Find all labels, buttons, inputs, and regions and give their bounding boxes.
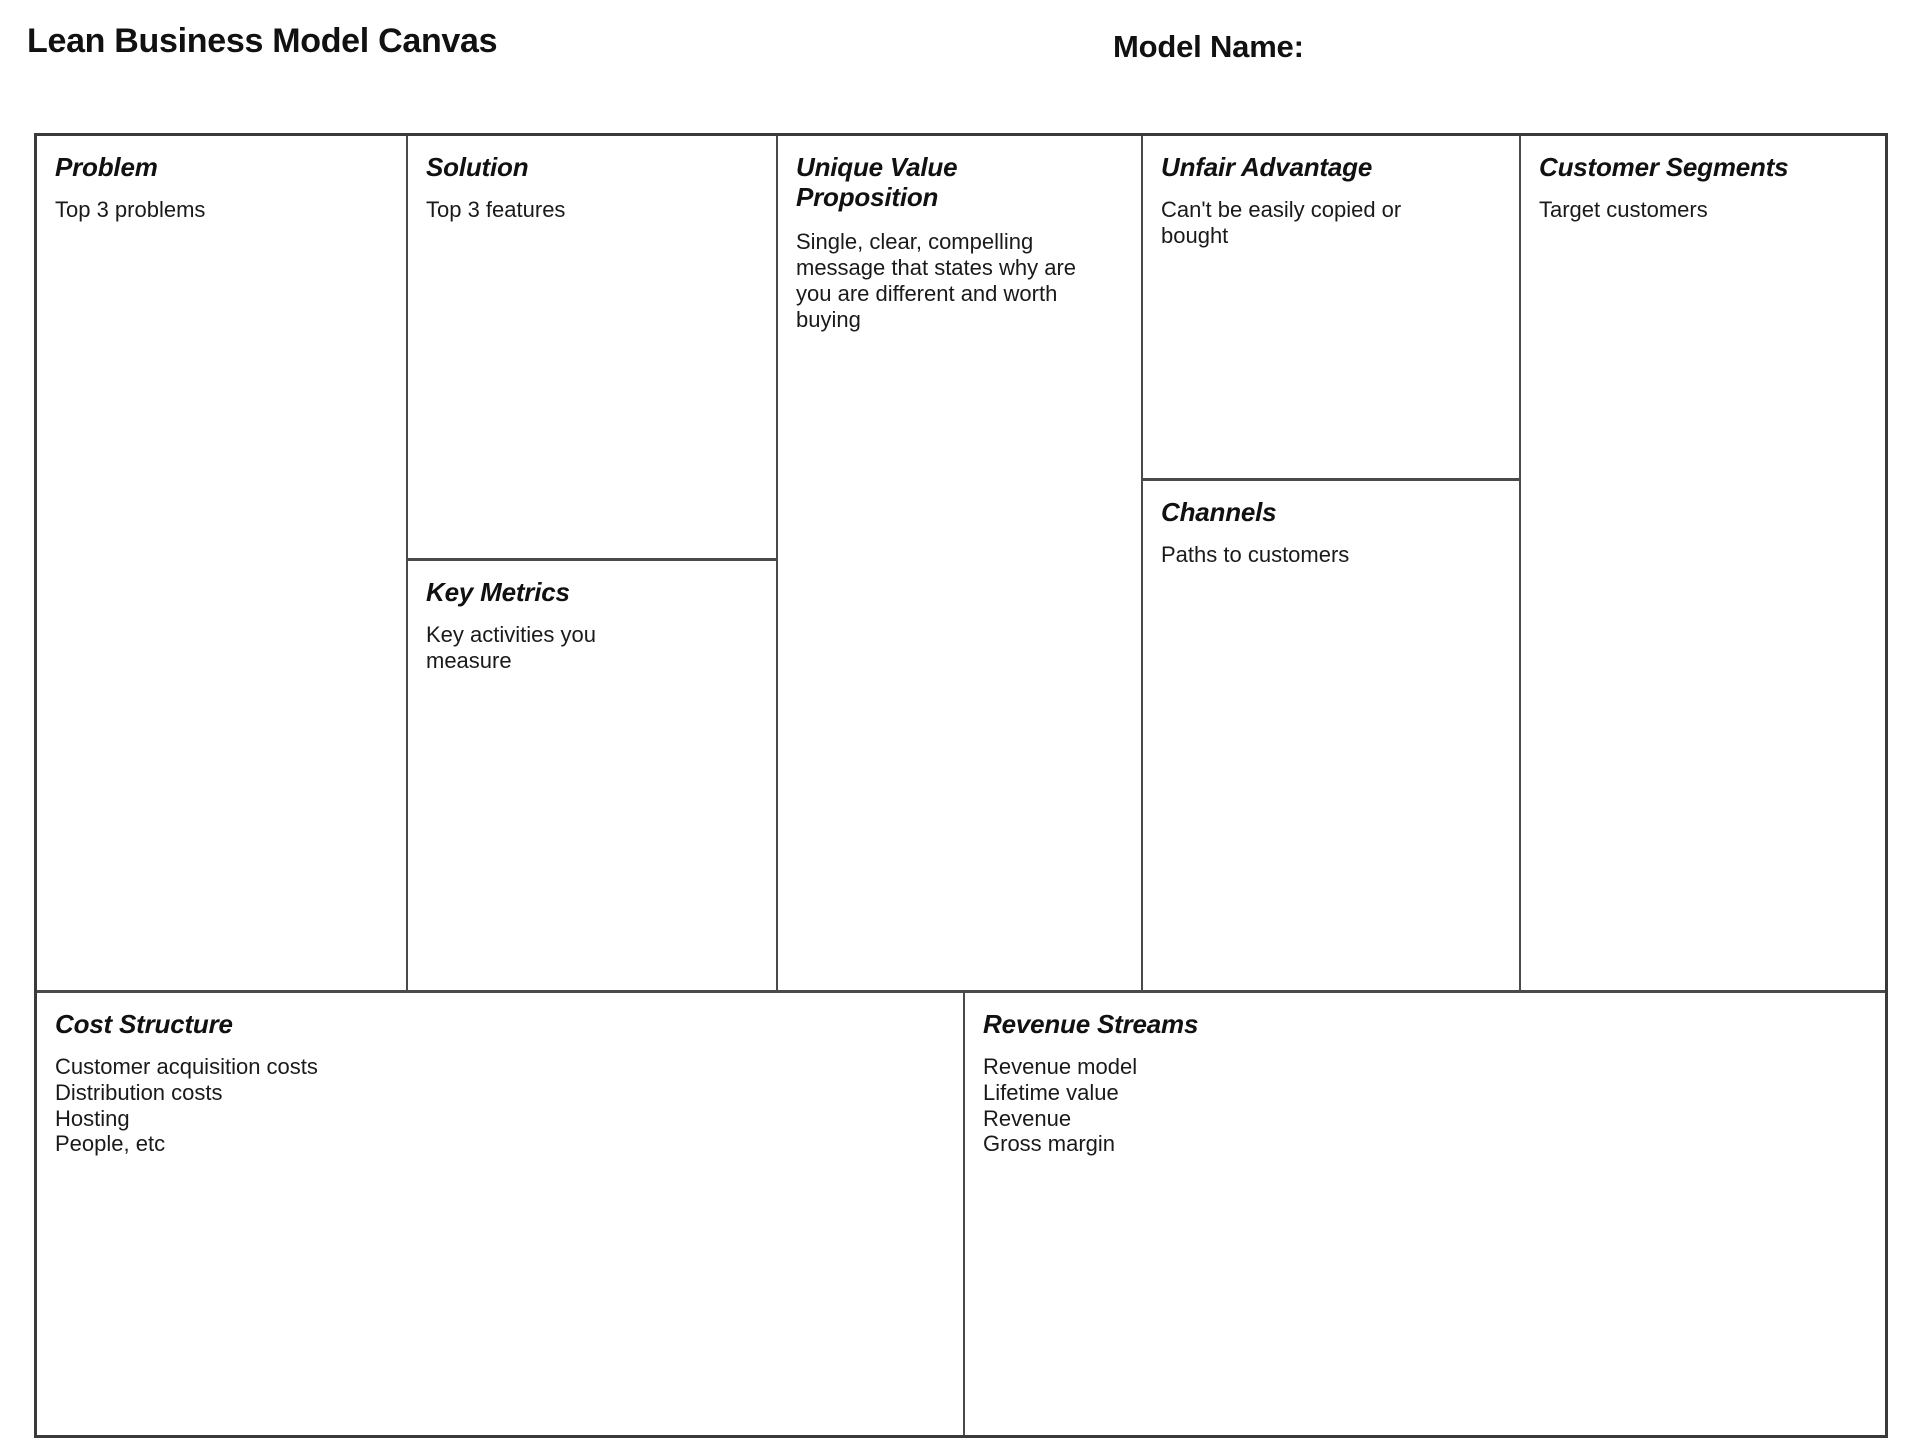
block-title-key-metrics: Key Metrics	[426, 577, 570, 607]
canvas-block-customer-segments[interactable]: Customer Segments Target customers	[1521, 136, 1885, 993]
block-body-key-metrics: Key activities you measure	[426, 621, 596, 673]
canvas-block-key-metrics[interactable]: Key Metrics Key activities you measure	[408, 561, 778, 993]
block-body-solution: Top 3 features	[426, 196, 566, 222]
canvas-block-problem[interactable]: Problem Top 3 problems	[37, 136, 408, 993]
block-body-channels: Paths to customers	[1161, 541, 1350, 567]
block-title-cost-structure: Cost Structure	[55, 1009, 233, 1039]
block-title-unique-value-proposition: Unique Value Proposition	[796, 152, 958, 212]
canvas-block-unfair-advantage[interactable]: Unfair Advantage Can't be easily copied …	[1143, 136, 1521, 481]
cost-structure-list: Customer acquisition costs Distribution …	[55, 1054, 943, 1158]
canvas-block-solution[interactable]: Solution Top 3 features	[408, 136, 778, 561]
page-title: Lean Business Model Canvas	[27, 22, 498, 60]
page-header: Lean Business Model Canvas Model Name:	[0, 0, 1920, 133]
block-body-unique-value-proposition: Single, clear, compelling message that s…	[796, 229, 1077, 333]
list-item: People, etc	[55, 1131, 166, 1157]
revenue-streams-list: Revenue model Lifetime value Revenue Gro…	[983, 1054, 1865, 1158]
list-item: Customer acquisition costs	[55, 1053, 318, 1079]
block-title-revenue-streams: Revenue Streams	[983, 1009, 1199, 1039]
block-title-unfair-advantage: Unfair Advantage	[1161, 152, 1373, 182]
block-title-solution: Solution	[426, 152, 529, 182]
block-title-channels: Channels	[1161, 497, 1277, 527]
canvas-block-cost-structure[interactable]: Cost Structure Customer acquisition cost…	[37, 993, 965, 1435]
list-item: Hosting	[55, 1105, 130, 1131]
list-item: Gross margin	[983, 1131, 1116, 1157]
block-title-customer-segments: Customer Segments	[1539, 152, 1789, 182]
list-item: Lifetime value	[983, 1079, 1119, 1105]
list-item: Distribution costs	[55, 1079, 223, 1105]
block-body-customer-segments: Target customers	[1539, 196, 1708, 222]
list-item: Revenue model	[983, 1053, 1138, 1079]
canvas-grid: Problem Top 3 problems Solution Top 3 fe…	[34, 133, 1888, 1438]
canvas-block-channels[interactable]: Channels Paths to customers	[1143, 481, 1521, 993]
block-body-problem: Top 3 problems	[55, 196, 206, 222]
canvas-block-revenue-streams[interactable]: Revenue Streams Revenue model Lifetime v…	[965, 993, 1885, 1435]
block-title-problem: Problem	[55, 152, 158, 182]
model-name-label: Model Name:	[1113, 29, 1304, 64]
block-body-unfair-advantage: Can't be easily copied or bought	[1161, 196, 1402, 248]
lean-canvas-page: Lean Business Model Canvas Model Name: P…	[0, 0, 1920, 1454]
list-item: Revenue	[983, 1105, 1072, 1131]
canvas-block-unique-value-proposition[interactable]: Unique Value Proposition Single, clear, …	[778, 136, 1143, 993]
